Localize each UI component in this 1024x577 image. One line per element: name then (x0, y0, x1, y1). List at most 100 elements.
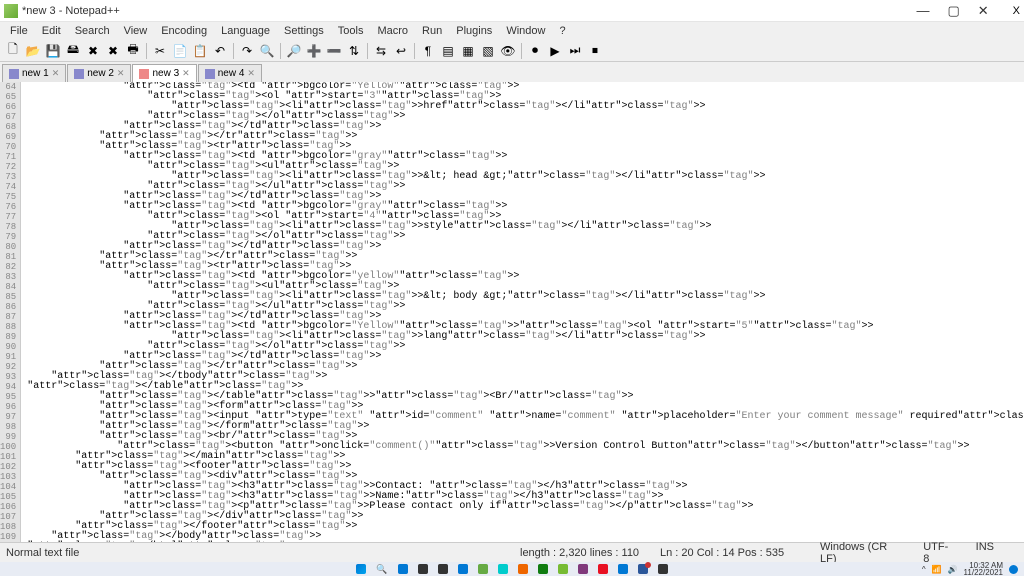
tray-wifi-icon[interactable]: 📶 (932, 565, 942, 574)
save-all-icon[interactable]: 🖴 (64, 42, 82, 60)
tab-new-3[interactable]: new 3✕ (132, 64, 196, 82)
taskbar-app-1[interactable] (418, 564, 428, 574)
line-number: 90 (0, 342, 16, 352)
menu-run[interactable]: Run (416, 24, 448, 38)
line-number: 68 (0, 122, 16, 132)
hidden-icon[interactable]: 👁 (499, 42, 517, 60)
minimize-button[interactable]: — (916, 3, 929, 19)
open-icon[interactable]: 📂 (24, 42, 42, 60)
search-icon[interactable]: 🔍 (376, 564, 387, 575)
tab-new-1[interactable]: new 1✕ (2, 64, 66, 82)
line-number: 81 (0, 252, 16, 262)
tab-close-icon[interactable]: ✕ (182, 68, 190, 79)
cut-icon[interactable]: ✂ (151, 42, 169, 60)
menu-window[interactable]: Window (500, 24, 551, 38)
maximize-button[interactable]: ▢ (947, 3, 959, 19)
taskbar-app-3[interactable] (458, 564, 468, 574)
taskbar-app-12[interactable] (638, 564, 648, 574)
zoom-out-icon[interactable]: ➖ (325, 42, 343, 60)
menu-language[interactable]: Language (215, 24, 276, 38)
start-button[interactable] (356, 564, 366, 574)
taskbar-app-7[interactable] (538, 564, 548, 574)
play-icon[interactable]: ▶ (546, 42, 564, 60)
line-number: 66 (0, 102, 16, 112)
line-number: 102 (0, 462, 16, 472)
menu-tools[interactable]: Tools (332, 24, 370, 38)
tab-close-icon[interactable]: ✕ (52, 68, 60, 79)
all-chars-icon[interactable]: ¶ (419, 42, 437, 60)
wrap-icon[interactable]: ↩ (392, 42, 410, 60)
find-icon[interactable]: 🔍 (258, 42, 276, 60)
menu-encoding[interactable]: Encoding (155, 24, 213, 38)
sync-v-icon[interactable]: ⇅ (345, 42, 363, 60)
record-icon[interactable]: ⏺ (526, 42, 544, 60)
unfold-icon[interactable]: ▧ (479, 42, 497, 60)
replace-icon[interactable]: 🔎 (285, 42, 303, 60)
tab-new-2[interactable]: new 2✕ (67, 64, 131, 82)
close-all-icon[interactable]: ✖ (104, 42, 122, 60)
file-icon (139, 69, 149, 79)
line-number: 88 (0, 322, 16, 332)
menu-settings[interactable]: Settings (278, 24, 330, 38)
menu-help[interactable]: ? (553, 24, 571, 38)
redo-icon[interactable]: ↷ (238, 42, 256, 60)
status-length: length : 2,320 lines : 110 (520, 547, 660, 559)
tray-chevron-icon[interactable]: ^ (922, 565, 926, 574)
tray-volume-icon[interactable]: 🔊 (948, 565, 958, 574)
close-icon[interactable]: ✖ (84, 42, 102, 60)
tab-label: new 1 (22, 68, 49, 79)
close-window-button[interactable]: ✕ (978, 3, 989, 19)
line-number: 95 (0, 392, 16, 402)
menu-search[interactable]: Search (69, 24, 116, 38)
taskbar-app-6[interactable] (518, 564, 528, 574)
file-icon (9, 69, 19, 79)
undo-icon[interactable]: ↶ (211, 42, 229, 60)
line-number: 99 (0, 432, 16, 442)
menu-edit[interactable]: Edit (36, 24, 67, 38)
status-encoding: UTF-8 (923, 541, 951, 565)
menu-plugins[interactable]: Plugins (450, 24, 498, 38)
menu-file[interactable]: File (4, 24, 34, 38)
taskbar-app-9[interactable] (578, 564, 588, 574)
tab-close-icon[interactable]: ✕ (117, 68, 125, 79)
line-number: 97 (0, 412, 16, 422)
menu-view[interactable]: View (118, 24, 154, 38)
tray-date[interactable]: 11/22/2021 (964, 569, 1003, 576)
taskbar-app-13[interactable] (658, 564, 668, 574)
line-number: 91 (0, 352, 16, 362)
paste-icon[interactable]: 📋 (191, 42, 209, 60)
line-number: 85 (0, 292, 16, 302)
line-number: 78 (0, 222, 16, 232)
taskbar-app-10[interactable] (598, 564, 608, 574)
line-number: 65 (0, 92, 16, 102)
taskbar-app-5[interactable] (498, 564, 508, 574)
taskbar-app-2[interactable] (438, 564, 448, 574)
taskbar-app-8[interactable] (558, 564, 568, 574)
fold-icon[interactable]: ▦ (459, 42, 477, 60)
taskbar-app-0[interactable] (398, 564, 408, 574)
line-number: 70 (0, 142, 16, 152)
tab-close-icon[interactable]: ✕ (247, 68, 255, 79)
print-icon[interactable]: 🖶 (124, 42, 142, 60)
new-icon[interactable]: 🗋 (4, 42, 22, 60)
line-number: 92 (0, 362, 16, 372)
sync-h-icon[interactable]: ⇆ (372, 42, 390, 60)
tab-new-4[interactable]: new 4✕ (198, 64, 262, 82)
indent-icon[interactable]: ▤ (439, 42, 457, 60)
line-number: 73 (0, 172, 16, 182)
save-icon[interactable]: 💾 (44, 42, 62, 60)
tray-notif-icon[interactable] (1009, 565, 1018, 574)
code-editor[interactable]: "attr">class="tag"><td "attr">bgcolor="Y… (21, 82, 1024, 542)
line-number: 79 (0, 232, 16, 242)
menu-macro[interactable]: Macro (371, 24, 414, 38)
play-multi-icon[interactable]: ⏭ (566, 42, 584, 60)
taskbar-app-4[interactable] (478, 564, 488, 574)
copy-icon[interactable]: 📄 (171, 42, 189, 60)
status-eol: Windows (CR LF) (820, 541, 899, 565)
close-x[interactable]: X (1013, 5, 1020, 17)
stop-icon[interactable]: ⏹ (586, 42, 604, 60)
zoom-in-icon[interactable]: ➕ (305, 42, 323, 60)
window-title: *new 3 - Notepad++ (22, 5, 916, 17)
line-number: 76 (0, 202, 16, 212)
taskbar-app-11[interactable] (618, 564, 628, 574)
